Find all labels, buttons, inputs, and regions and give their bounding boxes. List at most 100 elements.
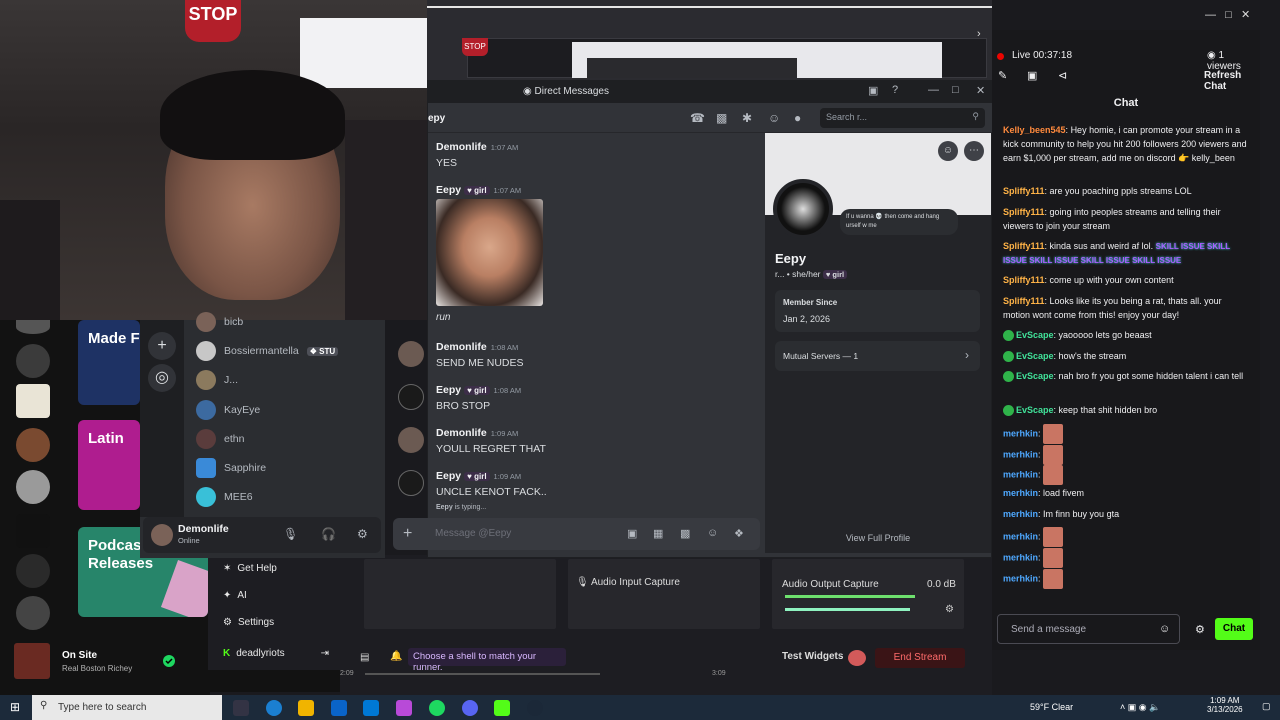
- mutual-servers[interactable]: Mutual Servers — 1 ›: [775, 341, 980, 371]
- chevron-right-icon[interactable]: ›: [977, 28, 981, 40]
- profile-icon[interactable]: ●: [794, 111, 801, 125]
- chat-user[interactable]: merhkin: [1003, 509, 1038, 519]
- message-author[interactable]: Eepy: [436, 470, 461, 482]
- pin-icon[interactable]: ✱: [742, 111, 752, 125]
- chat-user[interactable]: Spliffy111: [1003, 275, 1045, 285]
- tip-banner[interactable]: Choose a shell to match your runner.: [408, 648, 566, 673]
- add-friend-icon[interactable]: ☺: [938, 141, 958, 161]
- message-author[interactable]: Demonlife: [436, 341, 487, 353]
- library-item[interactable]: [16, 554, 50, 588]
- notification-icon[interactable]: ▢: [1262, 701, 1271, 712]
- dm-item[interactable]: MEE6: [196, 485, 253, 509]
- message-author[interactable]: Demonlife: [436, 427, 487, 439]
- minimize-icon[interactable]: —: [928, 84, 939, 96]
- weather[interactable]: 59°F Clear: [1030, 702, 1073, 712]
- edge-icon[interactable]: [266, 700, 282, 716]
- chat-user[interactable]: EvScape: [1016, 351, 1054, 361]
- add-friend-icon[interactable]: ☺: [768, 111, 780, 125]
- progress-track[interactable]: [365, 673, 600, 675]
- avatar[interactable]: [398, 470, 424, 496]
- profile-avatar[interactable]: [773, 179, 833, 239]
- menu-ai[interactable]: ✦ AI: [223, 590, 247, 601]
- emoji-icon[interactable]: ☺: [1159, 623, 1170, 635]
- more-icon[interactable]: ⋯: [964, 141, 984, 161]
- apps-icon[interactable]: ❖: [734, 527, 744, 540]
- send-chat-button[interactable]: Chat: [1215, 618, 1253, 640]
- dm-item[interactable]: Sapphire: [196, 456, 266, 480]
- logout-icon[interactable]: ⇥: [321, 648, 329, 659]
- test-widgets-button[interactable]: Test Widgets: [782, 651, 843, 662]
- gift-icon[interactable]: ▣: [627, 527, 637, 540]
- chat-user[interactable]: EvScape: [1016, 371, 1054, 381]
- library-item[interactable]: [16, 344, 50, 378]
- track-title[interactable]: On Site: [62, 650, 97, 661]
- library-item[interactable]: [16, 596, 50, 630]
- chat-input[interactable]: Send a message ☺: [997, 614, 1180, 644]
- share-icon[interactable]: ⊲: [1058, 69, 1067, 82]
- kick-icon[interactable]: [494, 700, 510, 716]
- library-item[interactable]: [16, 514, 50, 548]
- attach-plus-icon[interactable]: +: [403, 525, 412, 543]
- menu-get-help[interactable]: ✶ Get Help: [223, 563, 277, 574]
- chat-user[interactable]: Spliffy111: [1003, 241, 1045, 251]
- chat-user[interactable]: merhkin: [1003, 469, 1038, 479]
- chat-user[interactable]: merhkin: [1003, 573, 1038, 583]
- discover-icon[interactable]: ◎: [148, 364, 176, 392]
- chat-user[interactable]: Spliffy111: [1003, 186, 1045, 196]
- dm-item[interactable]: bicb: [196, 310, 243, 334]
- taskbar-search[interactable]: ⚲ Type here to search: [32, 695, 222, 720]
- gif-icon[interactable]: ▦: [653, 527, 663, 540]
- bell-icon[interactable]: 🔔: [390, 651, 402, 662]
- liked-check-icon[interactable]: [163, 655, 175, 667]
- chat-user[interactable]: merhkin: [1003, 428, 1038, 438]
- mail-icon[interactable]: [363, 700, 379, 716]
- file-explorer-icon[interactable]: [298, 700, 314, 716]
- headphones-icon[interactable]: 🎧: [321, 527, 336, 541]
- menu-account[interactable]: Kdeadlyriots ⇥: [223, 648, 329, 659]
- close-icon[interactable]: ✕: [976, 84, 985, 97]
- gear-icon[interactable]: ⚙: [945, 604, 954, 615]
- gear-icon[interactable]: ⚙: [357, 527, 368, 541]
- track-artist[interactable]: Real Boston Richey: [62, 664, 132, 673]
- chat-user[interactable]: merhkin: [1003, 488, 1038, 498]
- image-attachment[interactable]: [436, 199, 543, 306]
- chat-user[interactable]: EvScape: [1016, 405, 1054, 415]
- message-author[interactable]: Eepy: [436, 184, 461, 196]
- tray-icons[interactable]: ˄ ▣ ◉ 🔈: [1120, 702, 1160, 713]
- chat-user[interactable]: EvScape: [1016, 330, 1054, 340]
- refresh-chat-button[interactable]: Refresh Chat: [1204, 70, 1260, 92]
- library-item[interactable]: [16, 428, 50, 462]
- add-server-icon[interactable]: +: [148, 332, 176, 360]
- folder-icon[interactable]: ▣: [1027, 69, 1037, 82]
- stats-icon[interactable]: ▤: [360, 652, 369, 663]
- view-full-profile-link[interactable]: View Full Profile: [765, 533, 991, 543]
- call-icon[interactable]: ☎: [690, 111, 705, 125]
- spotify-icon[interactable]: [429, 700, 445, 716]
- chat-user[interactable]: merhkin: [1003, 449, 1038, 459]
- message-author[interactable]: Eepy: [436, 384, 461, 396]
- avatar[interactable]: [398, 427, 424, 453]
- close-icon[interactable]: ✕: [1241, 9, 1250, 21]
- help-icon[interactable]: ?: [892, 84, 898, 96]
- library-item[interactable]: [16, 470, 50, 504]
- minimize-icon[interactable]: —: [1205, 9, 1216, 21]
- dm-item[interactable]: J...: [196, 368, 238, 392]
- message-author[interactable]: Demonlife: [436, 141, 487, 153]
- user-name[interactable]: Demonlife: [178, 523, 229, 535]
- library-item[interactable]: [16, 320, 50, 334]
- volume-slider[interactable]: [785, 608, 910, 611]
- sticker-icon[interactable]: ▩: [680, 527, 690, 540]
- maximize-icon[interactable]: □: [1225, 9, 1232, 21]
- chat-user[interactable]: Spliffy111: [1003, 296, 1045, 306]
- dm-item[interactable]: ethn: [196, 427, 244, 451]
- windows-start-icon[interactable]: ⊞: [10, 701, 23, 714]
- menu-settings[interactable]: ⚙ Settings: [223, 617, 274, 628]
- emoji-icon[interactable]: ☺: [707, 527, 718, 539]
- chat-user[interactable]: merhkin: [1003, 531, 1038, 541]
- avatar[interactable]: [398, 341, 424, 367]
- end-stream-button[interactable]: End Stream: [875, 648, 965, 668]
- avatar[interactable]: [398, 384, 424, 410]
- chat-user[interactable]: Kelly_been545: [1003, 125, 1066, 135]
- clock[interactable]: 1:09 AM 3/13/2026: [1207, 696, 1243, 714]
- dm-item[interactable]: KayEye: [196, 398, 260, 422]
